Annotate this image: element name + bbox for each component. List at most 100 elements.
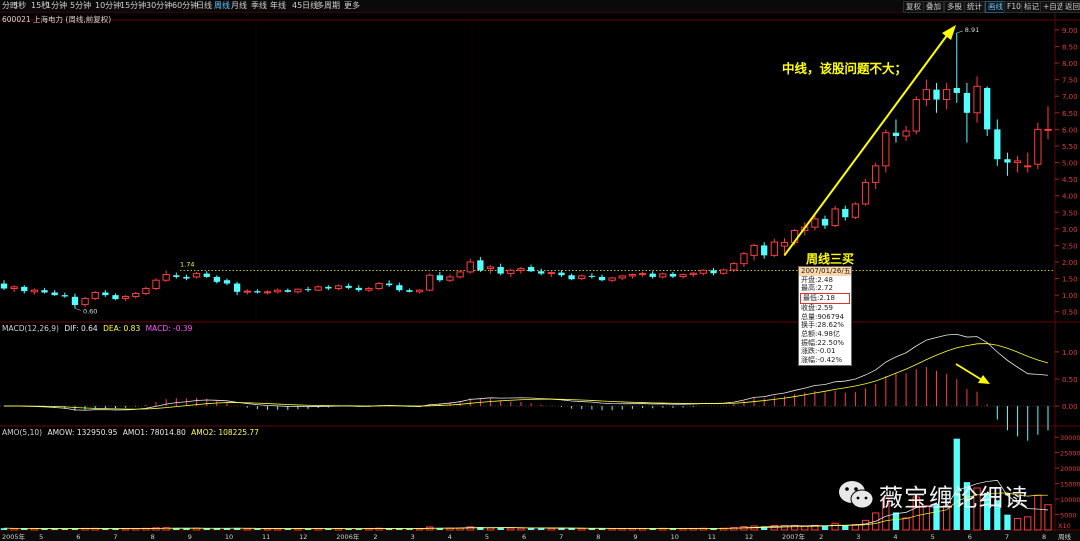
period-tab-5[interactable]: 10分钟 (95, 0, 121, 12)
amo-bar (30, 528, 39, 531)
amo-bar (406, 528, 413, 530)
time-axis-label: 8 (1042, 533, 1046, 541)
toolbar-button-2[interactable]: 多股 (944, 1, 965, 13)
period-tab-14[interactable]: 45日线 (292, 0, 318, 12)
candle-body (243, 290, 251, 293)
amo-title: AMO(5,10) (2, 428, 43, 437)
candle-body (882, 132, 890, 167)
amo-tick-label: 10000 (1060, 496, 1080, 504)
time-axis-label: 2 (819, 533, 823, 541)
period-tab-4[interactable]: 5分钟 (70, 0, 91, 12)
candle-body (689, 272, 697, 276)
candle-body (649, 273, 656, 277)
period-tab-16[interactable]: 更多 (344, 0, 360, 12)
tooltip-vol: 总量:906794 (801, 312, 845, 321)
period-tab-12[interactable]: 季线 (251, 0, 267, 12)
amo-tick-label: 15000 (1060, 481, 1080, 489)
amo-bar (902, 517, 910, 531)
candle-body (162, 274, 170, 281)
time-axis-label: 3 (856, 533, 860, 541)
candle-body (355, 287, 362, 291)
period-tab-13[interactable]: 年线 (270, 0, 286, 12)
period-tab-6[interactable]: 15分钟 (120, 0, 146, 12)
time-axis-label: 6 (76, 533, 80, 541)
candle-body (740, 253, 748, 265)
period-tab-3[interactable]: 1分钟 (46, 0, 67, 12)
period-tab-9[interactable]: 日线 (196, 0, 212, 12)
candle-body (21, 286, 28, 292)
toolbar-button-6[interactable]: 标记 (1021, 1, 1042, 13)
stock-title: 600021 上海电力 (周线,前复权) (2, 15, 112, 24)
macd-dif-line (3, 333, 1049, 411)
amo-tick-label: 20000 (1060, 465, 1080, 473)
candle-body (173, 275, 180, 277)
candle-body (608, 277, 616, 281)
toolbar-button-0[interactable]: 复权 (903, 1, 924, 13)
macd-macd-value: MACD: -0.39 (145, 324, 193, 333)
time-axis-label: 6 (968, 533, 972, 541)
candle-body (720, 269, 728, 274)
time-axis-label: 7 (559, 533, 563, 541)
period-tab-10[interactable]: 周线 (214, 0, 230, 12)
watermark: 薇宝缠论细读 (836, 476, 1058, 512)
amo-bar (254, 528, 261, 530)
candle-body (821, 218, 829, 226)
tooltip-low: 最低:2.18 (800, 293, 850, 304)
candle-body (132, 292, 140, 297)
candle-body (568, 275, 575, 280)
candle-body (263, 291, 272, 294)
candle-body (142, 288, 150, 294)
period-tab-7[interactable]: 30分钟 (146, 0, 172, 12)
candle-body (71, 296, 79, 306)
period-toolbar: 分时 5秒 15秒 1分钟 5分钟 10分钟 15分钟 30分钟 60分钟 日线 周线 月线 季线 年线 4… (0, 0, 1080, 13)
candle-body (334, 285, 343, 290)
candle-body (81, 297, 89, 305)
price-tick-label: 4.00 (1062, 193, 1078, 201)
macd-dea-line (3, 343, 1049, 410)
time-axis-label: 2006年 (336, 532, 360, 541)
period-tab-11[interactable]: 月线 (231, 0, 247, 12)
candle-body (10, 286, 18, 290)
price-tick-label: 7.50 (1062, 77, 1078, 85)
candle-tooltip: 2007/01/26/五 开盘:2.48 最高:2.72 最低:2.18 收盘:2.59… (798, 266, 852, 366)
high-leader (956, 30, 963, 34)
period-tab-15[interactable]: 多周期 (316, 0, 340, 12)
candle-body (1013, 160, 1022, 164)
candle-body (203, 273, 210, 277)
candle-body (942, 89, 951, 101)
period-tab-1[interactable]: 5秒 (13, 0, 26, 12)
toolbar-button-4[interactable]: 画线 (985, 1, 1006, 13)
time-axis-label: 8 (151, 533, 155, 541)
annotation-mid-term: 中线，该股问题不大； (782, 61, 908, 76)
macd-legend: MACD(12,26,9) DIF: 0.64 DEA: 0.83 MACD: … (2, 324, 192, 333)
macd-tick-label: 0.00 (1062, 403, 1078, 411)
amo-bar (892, 512, 900, 530)
candle-body (517, 268, 525, 271)
toolbar-button-3[interactable]: 统计 (964, 1, 985, 13)
candle-body (842, 208, 849, 218)
candle-body (192, 273, 201, 278)
candle-body (446, 276, 454, 281)
time-axis-label: 7 (1005, 533, 1009, 541)
candle-body (314, 286, 322, 291)
candle-body (628, 274, 637, 277)
time-axis-label: 10 (671, 533, 679, 541)
price-tick-label: 7.00 (1062, 93, 1078, 101)
main-chart: 9.00 8.50 8.00 7.50 7.00 6.50 6.00 5.50 5.00 4.50… (0, 13, 1080, 541)
candle-body (325, 286, 332, 289)
price-tick-label: 3.00 (1062, 226, 1078, 234)
time-axis-label: 9 (633, 533, 637, 541)
price-tick-label: 9.00 (1062, 27, 1078, 35)
candle-body (102, 292, 109, 296)
time-axis-label: 11 (708, 533, 716, 541)
tooltip-pct: 涨幅:-0.42% (801, 356, 843, 365)
amo-bar (821, 525, 829, 530)
candle-body (121, 295, 130, 299)
amo-bar (517, 527, 525, 531)
toolbar-button-8[interactable]: 返回 (1062, 1, 1080, 13)
candle-body (963, 92, 971, 113)
bottom-axis-bg (0, 531, 1080, 541)
time-axis-label: 9 (188, 533, 192, 541)
toolbar-button-1[interactable]: 叠加 (923, 1, 944, 13)
period-tab-8[interactable]: 60分钟 (172, 0, 198, 12)
